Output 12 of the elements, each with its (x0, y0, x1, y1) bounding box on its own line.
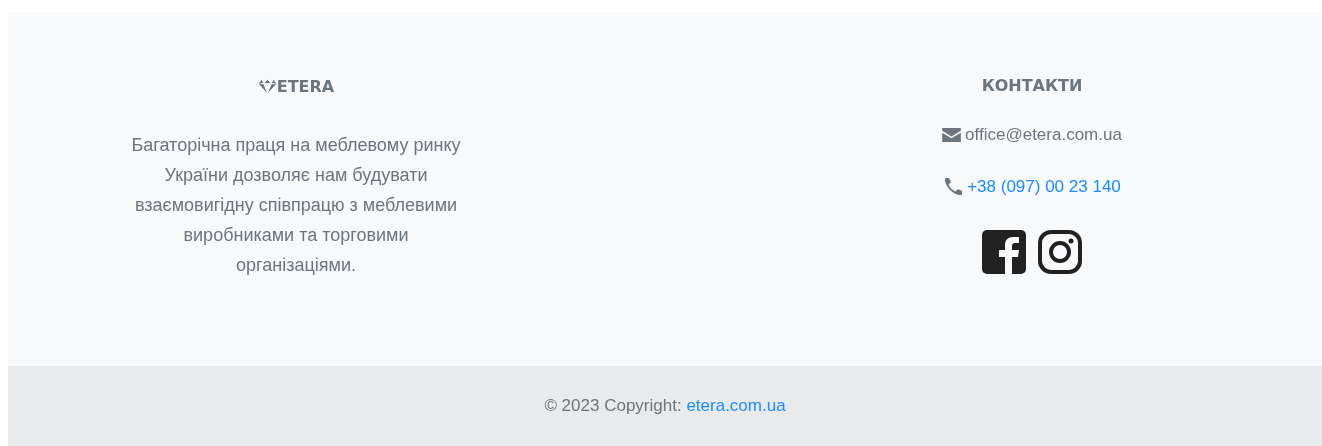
copyright-text: © 2023 Copyright: (544, 396, 682, 416)
diamond-icon (257, 78, 277, 94)
envelope-icon (942, 128, 962, 142)
description-text: Багаторічна праця на меблевому ринку України дозволяє нам будувати взаємовигідну співпрацю з меблевими виробниками та торговими організаціями. (130, 134, 462, 277)
instagram-icon[interactable] (1038, 230, 1082, 274)
facebook-icon[interactable] (982, 230, 1026, 274)
phone-icon (943, 177, 964, 197)
email-text: office@etera.com.ua (965, 125, 1122, 145)
site-link[interactable]: etera.com.ua (686, 396, 786, 416)
phone-link[interactable]: +38 (097) 00 23 140 (967, 177, 1121, 197)
brand-name: ETERA (276, 76, 335, 96)
contacts-heading: КОНТАКТИ (981, 76, 1083, 96)
